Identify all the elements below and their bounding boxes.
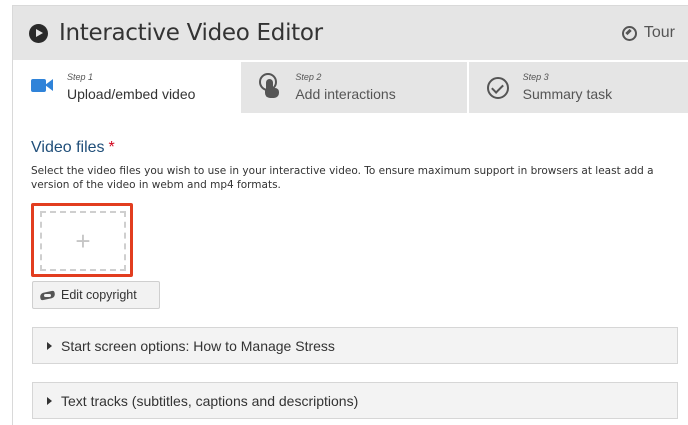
tab-label: Add interactions (295, 86, 396, 102)
tab-step-number: Step 1 (67, 72, 94, 82)
tour-button[interactable]: Tour (621, 24, 675, 42)
tab-step-number: Step 3 (522, 72, 549, 82)
page-title: Interactive Video Editor (59, 20, 323, 46)
plus-icon: + (75, 226, 91, 256)
editor-frame: Interactive Video Editor Tour Step 1 Upl… (12, 5, 688, 425)
step-tabs: Step 1 Upload/embed video Step 2 Add int… (13, 62, 688, 113)
tour-label: Tour (643, 24, 675, 41)
text-tracks-section[interactable]: Text tracks (subtitles, captions and des… (32, 382, 678, 419)
start-screen-options-section[interactable]: Start screen options: How to Manage Stre… (32, 327, 678, 364)
tab-summary-task[interactable]: Step 3 Summary task (468, 62, 688, 113)
tab-upload-embed-video[interactable]: Step 1 Upload/embed video (13, 62, 240, 113)
handshake-icon (40, 290, 55, 301)
tab-add-interactions[interactable]: Step 2 Add interactions (241, 62, 467, 113)
editor-header: Interactive Video Editor Tour (13, 6, 688, 60)
tab-step-number: Step 2 (295, 72, 322, 82)
video-files-label: Video files (31, 139, 105, 156)
video-files-title: Video files * (31, 139, 115, 157)
caret-right-icon (47, 396, 52, 405)
edit-copyright-label: Edit copyright (61, 288, 137, 302)
video-files-description: Select the video files you wish to use i… (31, 165, 654, 191)
tab-label: Summary task (522, 86, 613, 102)
required-marker: * (108, 139, 115, 156)
section-label: Text tracks (subtitles, captions and des… (61, 392, 359, 409)
compass-icon (621, 25, 637, 41)
edit-copyright-button[interactable]: Edit copyright (32, 281, 160, 309)
section-label: Start screen options: How to Manage Stre… (61, 337, 335, 354)
add-video-file-button[interactable]: + (40, 211, 126, 271)
check-circle-icon (486, 76, 509, 99)
caret-right-icon (47, 341, 52, 350)
play-circle-icon (29, 24, 48, 43)
tab-label: Upload/embed video (67, 86, 196, 102)
upload-highlight-frame: + (31, 203, 133, 277)
